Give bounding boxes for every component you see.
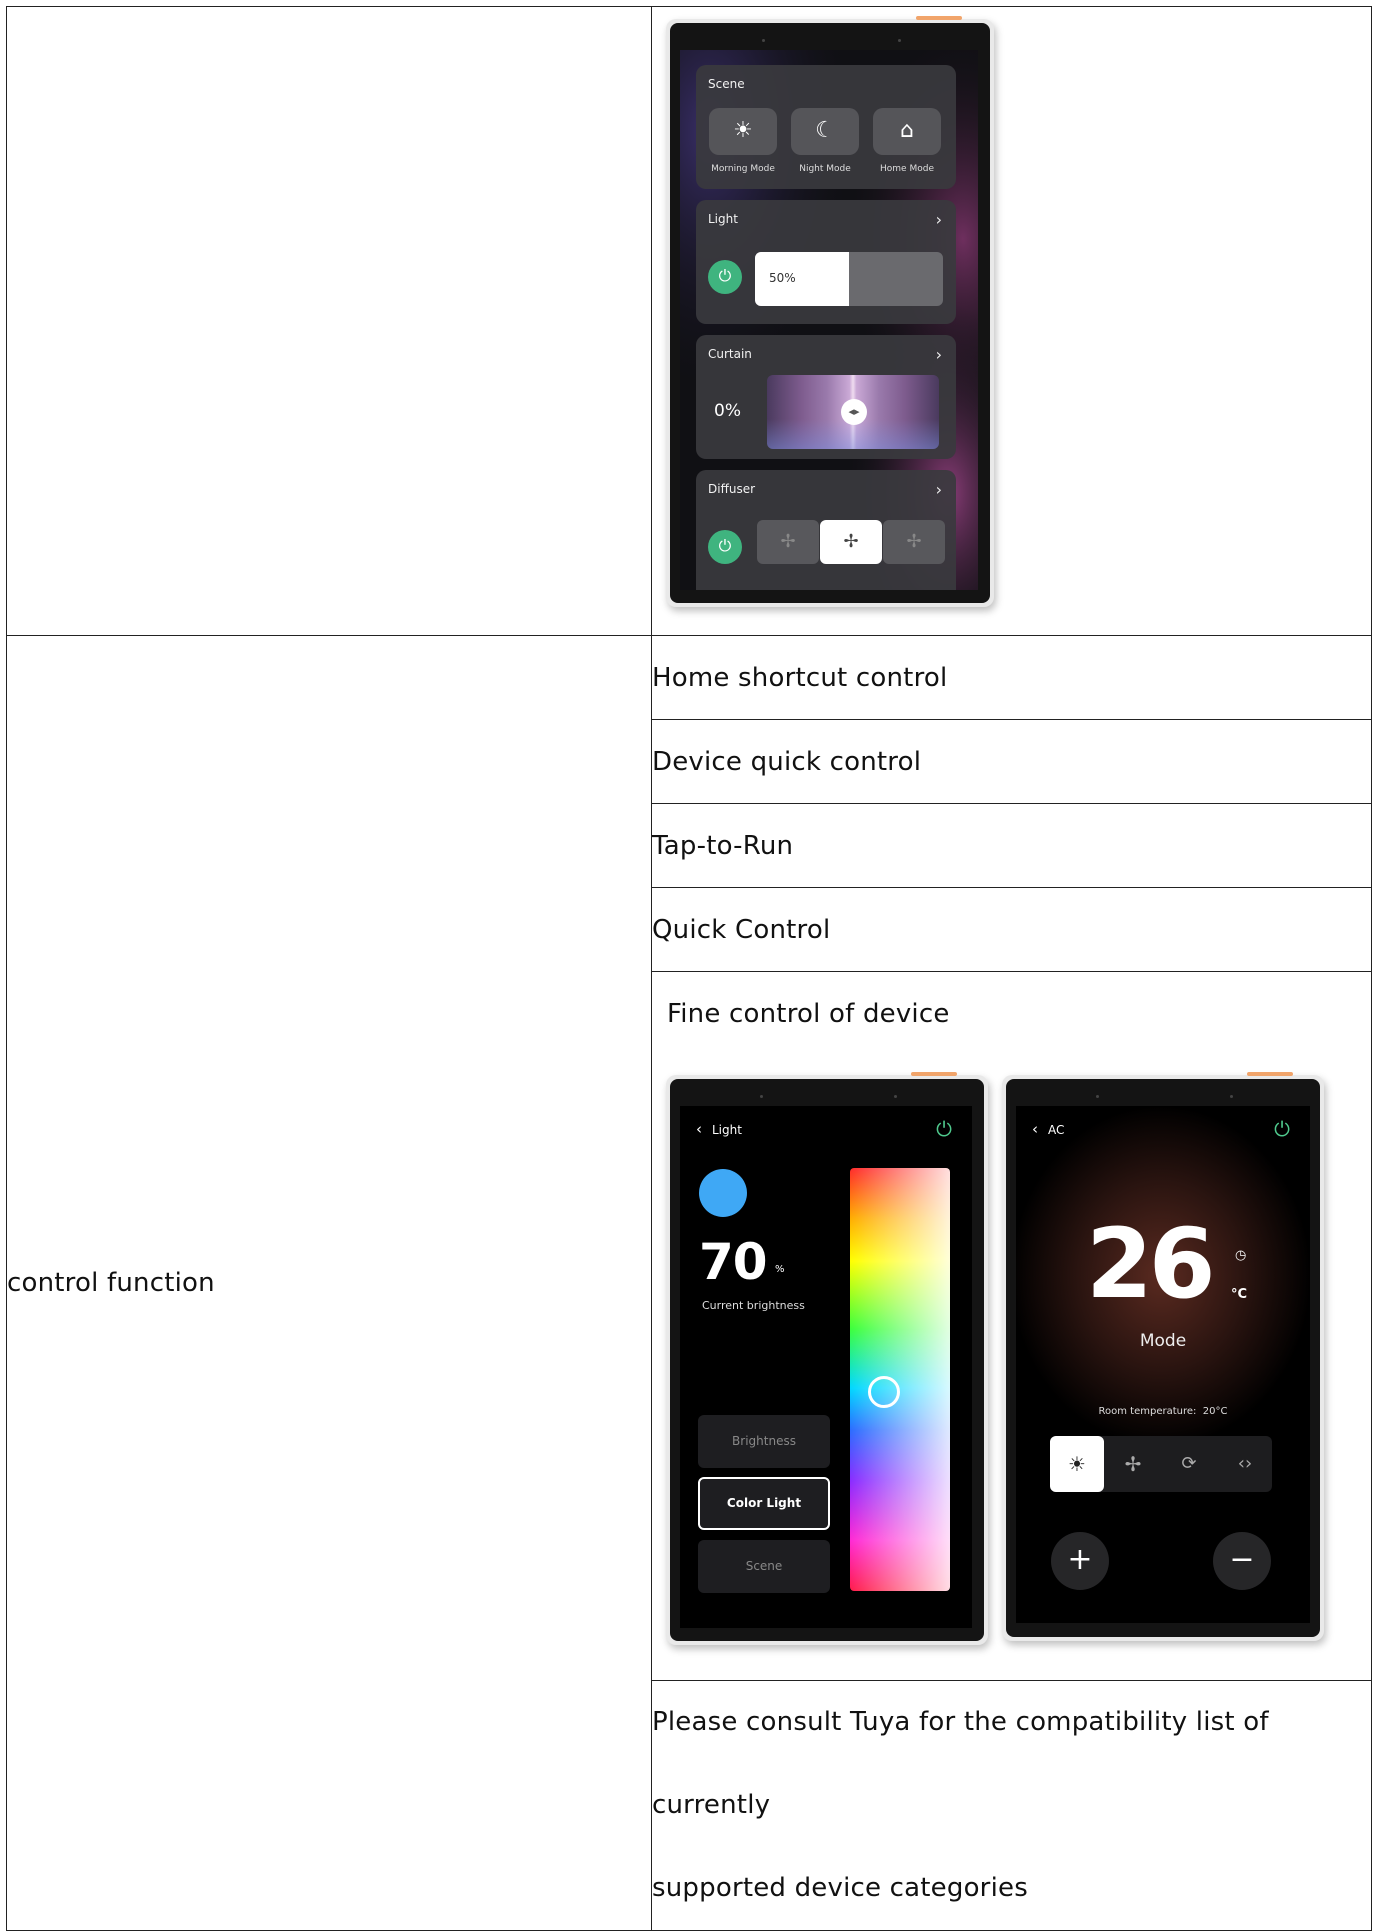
chevron-right-icon[interactable]: › <box>936 480 942 499</box>
ac-detail-device: ‹ AC ⏻ 26 ◷ °C Mode Room temperature: 20… <box>1002 1072 1324 1641</box>
ac-mode-selector: ☀ ✢ ⟳ ‹› <box>1050 1436 1272 1492</box>
home-mode-label: Home Mode <box>880 164 934 174</box>
fan-high-button[interactable]: ✢ <box>883 520 945 564</box>
compatibility-line-2: supported device categories <box>652 1873 1028 1903</box>
moon-icon: ☾ <box>815 118 835 143</box>
temperature-down-button[interactable]: − <box>1213 1532 1271 1590</box>
brightness-caption: Current brightness <box>702 1299 805 1312</box>
diffuser-power-button[interactable]: ⏻ <box>708 530 742 564</box>
light-power-button[interactable]: ⏻ <box>708 260 742 294</box>
mode-label: Mode <box>1139 1331 1187 1351</box>
fan-icon[interactable]: ✢ <box>1106 1436 1160 1492</box>
temperature-up-button[interactable]: + <box>1051 1532 1109 1590</box>
home-user-icon: ⌂ <box>900 118 914 143</box>
fan-low-button[interactable]: ✢ <box>757 520 819 564</box>
color-swatch <box>699 1169 747 1217</box>
light-card[interactable]: Light › ⏻ 50% <box>696 200 956 324</box>
sun-icon[interactable]: ☀ <box>1050 1436 1104 1492</box>
feature-row: Device quick control <box>651 719 1372 804</box>
feature-row: Home shortcut control <box>651 635 1372 720</box>
light-card-title: Light <box>708 212 738 226</box>
fine-control-cell: Fine control of device ‹ Light ⏻ 70 % Cu… <box>651 971 1372 1681</box>
scene-card: Scene ☀ ☾ ⌂ Morning Mode Night Mode Home… <box>696 65 956 189</box>
light-slider-value: 50% <box>769 271 796 285</box>
auto-icon[interactable]: ‹› <box>1218 1436 1272 1492</box>
feature-row: Tap-to-Run <box>651 803 1372 888</box>
night-mode-button[interactable]: ☾ <box>791 108 859 155</box>
target-temperature: 26 <box>1086 1208 1216 1320</box>
compatibility-line-1: Please consult Tuya for the compatibilit… <box>652 1707 1269 1820</box>
feature-row: Quick Control <box>651 887 1372 972</box>
scene-mode-button[interactable]: Scene <box>698 1540 830 1593</box>
power-icon[interactable]: ⏻ <box>1274 1117 1290 1141</box>
light-back-label[interactable]: Light <box>712 1123 742 1137</box>
color-picker-handle[interactable] <box>868 1376 900 1408</box>
fan-mid-button[interactable]: ✢ <box>820 520 882 564</box>
home-screen: Scene ☀ ☾ ⌂ Morning Mode Night Mode Home… <box>680 50 978 590</box>
fine-control-title: Fine control of device <box>667 999 950 1029</box>
morning-mode-label: Morning Mode <box>711 164 775 174</box>
sun-icon: ☀ <box>733 118 753 143</box>
color-light-mode-button[interactable]: Color Light <box>698 1477 830 1530</box>
ac-back-label[interactable]: AC <box>1048 1123 1064 1137</box>
curtain-slider[interactable]: ◂▸ <box>767 375 939 449</box>
home-screen-cell: Scene ☀ ☾ ⌂ Morning Mode Night Mode Home… <box>651 6 1372 636</box>
morning-mode-button[interactable]: ☀ <box>709 108 777 155</box>
brightness-mode-button[interactable]: Brightness <box>698 1415 830 1468</box>
home-panel-device: Scene ☀ ☾ ⌂ Morning Mode Night Mode Home… <box>666 16 994 607</box>
color-picker-strip[interactable] <box>850 1168 950 1591</box>
night-mode-label: Night Mode <box>799 164 851 174</box>
ac-detail-screen: ‹ AC ⏻ 26 ◷ °C Mode Room temperature: 20… <box>1016 1106 1310 1623</box>
curtain-handle-icon[interactable]: ◂▸ <box>841 399 867 425</box>
dry-icon[interactable]: ⟳ <box>1162 1436 1216 1492</box>
curtain-value: 0% <box>714 401 741 421</box>
light-detail-screen: ‹ Light ⏻ 70 % Current brightness Bright… <box>680 1106 972 1628</box>
room-temperature: Room temperature: 20°C <box>1098 1406 1228 1417</box>
chevron-right-icon[interactable]: › <box>936 345 942 364</box>
curtain-card[interactable]: Curtain › 0% ◂▸ <box>696 335 956 459</box>
brightness-value: 70 <box>699 1233 768 1291</box>
back-chevron-icon[interactable]: ‹ <box>1032 1120 1038 1138</box>
brightness-unit: % <box>775 1264 785 1275</box>
spec-table: Scene ☀ ☾ ⌂ Morning Mode Night Mode Home… <box>6 6 1372 1931</box>
back-chevron-icon[interactable]: ‹ <box>696 1120 702 1138</box>
temperature-unit: °C <box>1231 1287 1248 1302</box>
chevron-right-icon[interactable]: › <box>936 210 942 229</box>
light-detail-device: ‹ Light ⏻ 70 % Current brightness Bright… <box>666 1072 988 1645</box>
compatibility-note: Please consult Tuya for the compatibilit… <box>651 1680 1372 1931</box>
control-function-label: control function <box>6 635 652 1931</box>
power-icon[interactable]: ⏻ <box>936 1117 952 1141</box>
timer-icon[interactable]: ◷ <box>1235 1248 1246 1263</box>
home-mode-button[interactable]: ⌂ <box>873 108 941 155</box>
diffuser-card-title: Diffuser <box>708 482 756 496</box>
curtain-card-title: Curtain <box>708 347 752 361</box>
empty-cell <box>6 6 652 636</box>
light-brightness-slider[interactable]: 50% <box>755 252 943 306</box>
scene-card-title: Scene <box>708 77 745 91</box>
diffuser-card[interactable]: Diffuser › ⏻ ✢ ✢ ✢ <box>696 470 956 590</box>
